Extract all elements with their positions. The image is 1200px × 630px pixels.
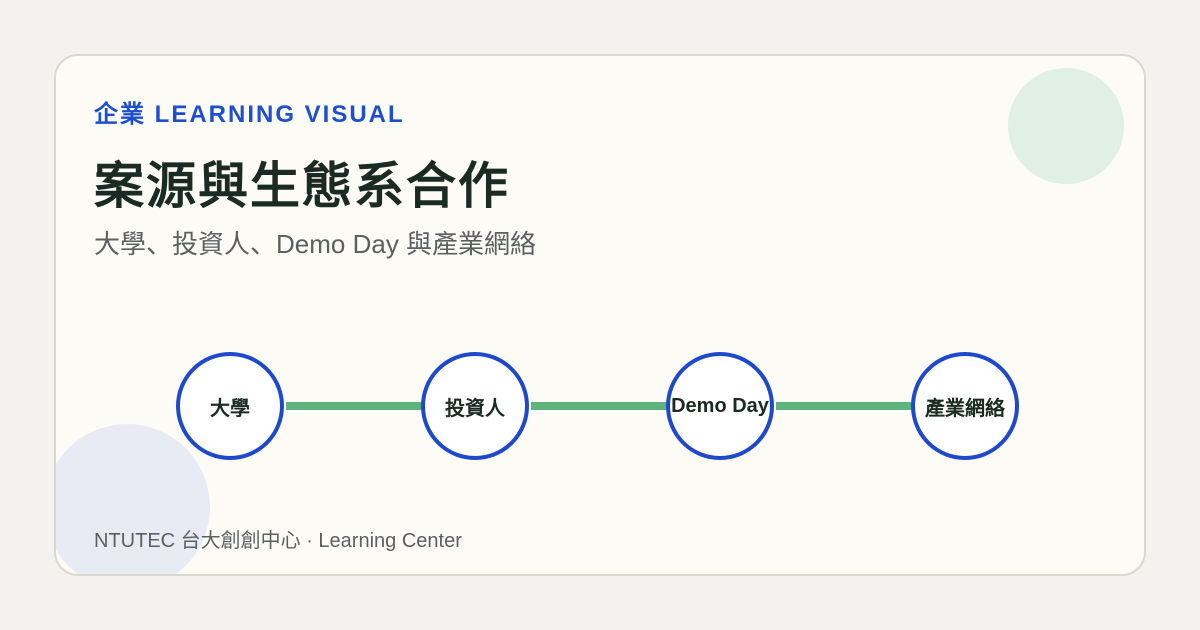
- footer-credit: NTUTEC 台大創創中心 · Learning Center: [94, 530, 462, 552]
- flow-node-label: 產業網絡: [925, 397, 1005, 420]
- flow-node-industry-network: 產業網絡: [911, 352, 1019, 460]
- flow-node-university: 大學: [176, 352, 284, 460]
- connector-line-3: [776, 402, 912, 410]
- connector-line-1: [286, 402, 422, 410]
- ecosystem-flow-diagram: 大學 投資人 Demo Day 產業網絡: [56, 56, 1144, 574]
- flow-node-demo-day: Demo Day: [666, 352, 774, 460]
- connector-line-2: [531, 402, 667, 410]
- hero-card: 企業 LEARNING VISUAL 案源與生態系合作 大學、投資人、Demo …: [54, 54, 1146, 576]
- flow-node-label: 大學: [210, 397, 250, 420]
- flow-node-investor: 投資人: [421, 352, 529, 460]
- flow-node-label: Demo Day: [671, 394, 769, 417]
- flow-node-label: 投資人: [445, 397, 505, 420]
